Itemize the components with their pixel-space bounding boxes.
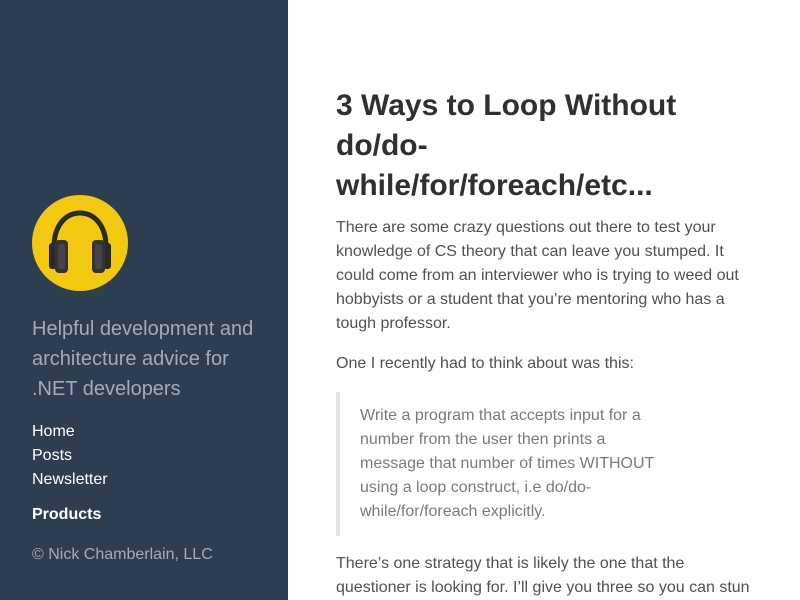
post-content: 3 Ways to Loop Without do/do-while/for/f… [336, 86, 756, 600]
post-intro-paragraph: There are some crazy questions out there… [336, 219, 739, 332]
post-lead-in-paragraph: One I recently had to think about was th… [336, 355, 634, 372]
post-continuation-paragraph: There’s one strategy that is likely the … [336, 555, 750, 596]
page: Helpful development and architecture adv… [0, 0, 800, 600]
nav-link-home[interactable]: Home [32, 420, 108, 444]
headphones-icon [49, 210, 111, 273]
sidebar: Helpful development and architecture adv… [0, 0, 288, 600]
post-blockquote: Write a program that accepts input for a… [336, 392, 660, 536]
nav-item-newsletter: Newsletter [32, 468, 108, 492]
copyright-notice: © Nick Chamberlain, LLC [32, 546, 213, 563]
nav-link-posts[interactable]: Posts [32, 444, 108, 468]
avatar[interactable] [32, 195, 128, 291]
site-tagline: Helpful development and architecture adv… [32, 318, 254, 400]
post-title: 3 Ways to Loop Without do/do-while/for/f… [336, 89, 677, 202]
sidebar-nav: Home Posts Newsletter [32, 420, 108, 492]
nav-item-posts: Posts [32, 444, 108, 468]
nav-link-newsletter[interactable]: Newsletter [32, 468, 108, 492]
nav-link-products[interactable]: Products [32, 503, 101, 527]
nav-item-home: Home [32, 420, 108, 444]
